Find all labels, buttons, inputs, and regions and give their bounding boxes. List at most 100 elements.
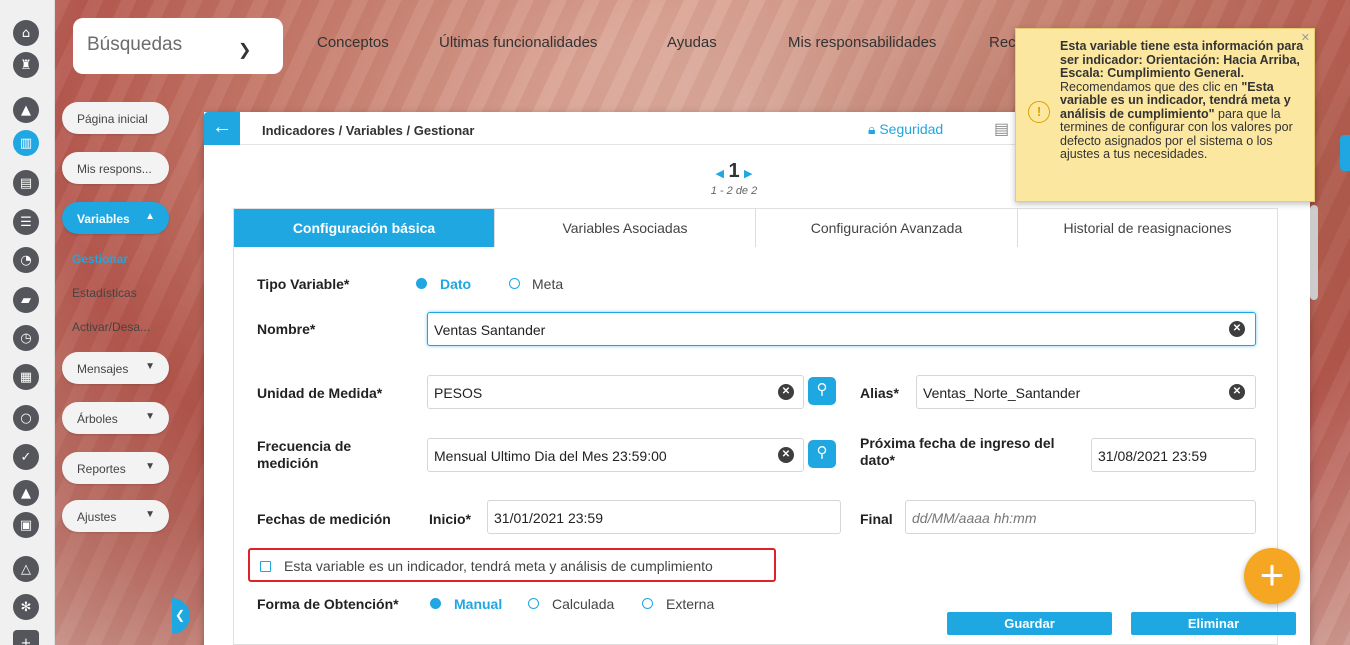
inicio-label: Inicio* [429, 511, 472, 527]
clock-icon[interactable]: ◷ [13, 325, 39, 351]
nav-conceptos[interactable]: Conceptos [317, 34, 389, 51]
menu-reportes[interactable]: Reportes ▼ [62, 452, 169, 484]
warning-icon[interactable]: ▲ [13, 97, 39, 123]
side-tab[interactable] [1340, 135, 1350, 171]
indicador-checkbox[interactable] [260, 561, 271, 572]
tab-configuracion-basica[interactable]: Configuración básica [234, 209, 495, 247]
search-dropdown[interactable]: Búsquedas ❯ [73, 18, 283, 74]
unidad-input[interactable]: PESOS [427, 375, 804, 409]
security-link[interactable]: 🔒︎ Seguridad [868, 121, 943, 138]
final-input[interactable]: dd/MM/aaaa hh:mm [905, 500, 1256, 534]
back-arrow-icon[interactable]: ← [204, 112, 240, 145]
filter-icon[interactable]: ☰ [13, 209, 39, 235]
radio-calculada[interactable] [528, 598, 539, 609]
tooltip-text-1: Recomendamos que des clic en [1060, 79, 1242, 94]
menu-ajustes-label: Ajustes [77, 510, 117, 524]
radio-meta-label[interactable]: Meta [532, 276, 563, 292]
tower-icon[interactable]: ♜ [13, 52, 39, 78]
radio-calculada-label[interactable]: Calculada [552, 596, 614, 612]
menu-pagina-inicial[interactable]: Página inicial [62, 102, 169, 134]
radio-manual[interactable] [430, 598, 441, 609]
home-icon[interactable]: ⌂ [13, 20, 39, 46]
unidad-label: Unidad de Medida* [257, 385, 383, 401]
pie-icon[interactable]: ◔ [13, 247, 39, 273]
search-icon[interactable]: ⚲ [808, 377, 836, 405]
calendar-icon[interactable]: ▣ [13, 512, 39, 538]
tab-bar: Configuración básica Variables Asociadas… [234, 209, 1277, 247]
radio-dato-label[interactable]: Dato [440, 276, 471, 292]
messages-icon[interactable]: ▤ [994, 119, 1009, 139]
caret-down-icon: ▼ [145, 361, 155, 372]
tooltip-bold-1: Esta variable tiene esta información par… [1060, 39, 1304, 80]
indicador-checkbox-label[interactable]: Esta variable es un indicador, tendrá me… [284, 558, 713, 574]
eliminar-button[interactable]: Eliminar [1131, 612, 1296, 635]
side-menu: Página inicial Mis respons... Variables ▲… [55, 90, 173, 645]
breadcrumb: Indicadores / Variables / Gestionar [262, 123, 475, 138]
chevron-down-icon: ❯ [238, 42, 252, 59]
tooltip-text: Esta variable tiene esta información par… [1060, 39, 1308, 162]
document-icon[interactable]: ▦ [13, 364, 39, 390]
menu-arboles-label: Árboles [77, 412, 118, 426]
menu-ajustes[interactable]: Ajustes ▼ [62, 500, 169, 532]
menu-variables-label: Variables [77, 212, 130, 226]
tab-historial[interactable]: Historial de reasignaciones [1018, 209, 1277, 247]
search-label: Búsquedas [87, 34, 183, 55]
radio-manual-label[interactable]: Manual [454, 596, 502, 612]
page-number: 1 [728, 160, 740, 182]
lock-icon: 🔒︎ [868, 121, 876, 137]
menu-arboles[interactable]: Árboles ▼ [62, 402, 169, 434]
clear-icon[interactable]: ✕ [1229, 321, 1245, 337]
radio-externa[interactable] [642, 598, 653, 609]
gear-icon[interactable]: ✻ [13, 594, 39, 620]
menu-mensajes-label: Mensajes [77, 362, 129, 376]
menu-mis-respons-label: Mis respons... [77, 162, 152, 176]
plus-box-icon[interactable]: + [13, 630, 39, 645]
clear-icon[interactable]: ✕ [778, 384, 794, 400]
menu-mis-respons[interactable]: Mis respons... [62, 152, 169, 184]
menu-activar[interactable]: Activar/Desa... [72, 320, 150, 334]
nombre-input[interactable]: Ventas Santander [427, 312, 1256, 346]
inicio-input[interactable]: 31/01/2021 23:59 [487, 500, 841, 534]
guardar-button[interactable]: Guardar [947, 612, 1112, 635]
search-icon[interactable]: ⚲ [808, 440, 836, 468]
alias-input[interactable]: Ventas_Norte_Santander [916, 375, 1256, 409]
presentation-icon[interactable]: ▤ [13, 170, 39, 196]
final-label: Final [860, 511, 893, 527]
menu-variables[interactable]: Variables ▲ [62, 202, 169, 234]
check-icon[interactable]: ✓ [13, 444, 39, 470]
proxima-fecha-input[interactable]: 31/08/2021 23:59 [1091, 438, 1256, 472]
fechas-medicion-label: Fechas de medición [257, 511, 391, 527]
tipo-variable-label: Tipo Variable* [257, 276, 350, 292]
clear-icon[interactable]: ✕ [1229, 384, 1245, 400]
prev-arrow-icon[interactable]: ◀ [716, 168, 724, 180]
alert-icon[interactable]: ▲ [13, 480, 39, 506]
caret-down-icon: ▼ [145, 461, 155, 472]
caret-down-icon: ▼ [145, 411, 155, 422]
nav-mis-responsabilidades[interactable]: Mis responsabilidades [788, 34, 936, 51]
add-fab-button[interactable]: + [1244, 548, 1300, 604]
radio-meta[interactable] [509, 278, 520, 289]
indicador-highlight: Esta variable es un indicador, tendrá me… [248, 548, 776, 582]
proxima-fecha-label: Próxima fecha de ingreso del dato* [860, 435, 1055, 468]
tab-variables-asociadas[interactable]: Variables Asociadas [495, 209, 756, 247]
menu-estadisticas[interactable]: Estadísticas [72, 286, 137, 300]
nav-ayudas[interactable]: Ayudas [667, 34, 717, 51]
refresh-icon[interactable]: ○ [13, 405, 39, 431]
nombre-label: Nombre* [257, 321, 316, 337]
nav-ultimas-funcionalidades[interactable]: Últimas funcionalidades [439, 34, 597, 51]
folder-icon[interactable]: ▰ [13, 287, 39, 313]
network-icon[interactable]: △ [13, 556, 39, 582]
radio-dato[interactable] [416, 278, 427, 289]
nav-rec[interactable]: Rec [989, 34, 1016, 51]
menu-mensajes[interactable]: Mensajes ▼ [62, 352, 169, 384]
tab-configuracion-avanzada[interactable]: Configuración Avanzada [756, 209, 1018, 247]
clear-icon[interactable]: ✕ [778, 447, 794, 463]
chart-icon[interactable]: ▥ [13, 130, 39, 156]
frecuencia-input[interactable]: Mensual Ultimo Dia del Mes 23:59:00 [427, 438, 804, 472]
frecuencia-label: Frecuencia de medición [257, 438, 352, 471]
security-label: Seguridad [879, 121, 944, 137]
next-arrow-icon[interactable]: ▶ [744, 168, 752, 180]
radio-externa-label[interactable]: Externa [666, 596, 714, 612]
scrollbar[interactable] [1310, 205, 1318, 300]
menu-gestionar[interactable]: Gestionar [72, 252, 128, 266]
